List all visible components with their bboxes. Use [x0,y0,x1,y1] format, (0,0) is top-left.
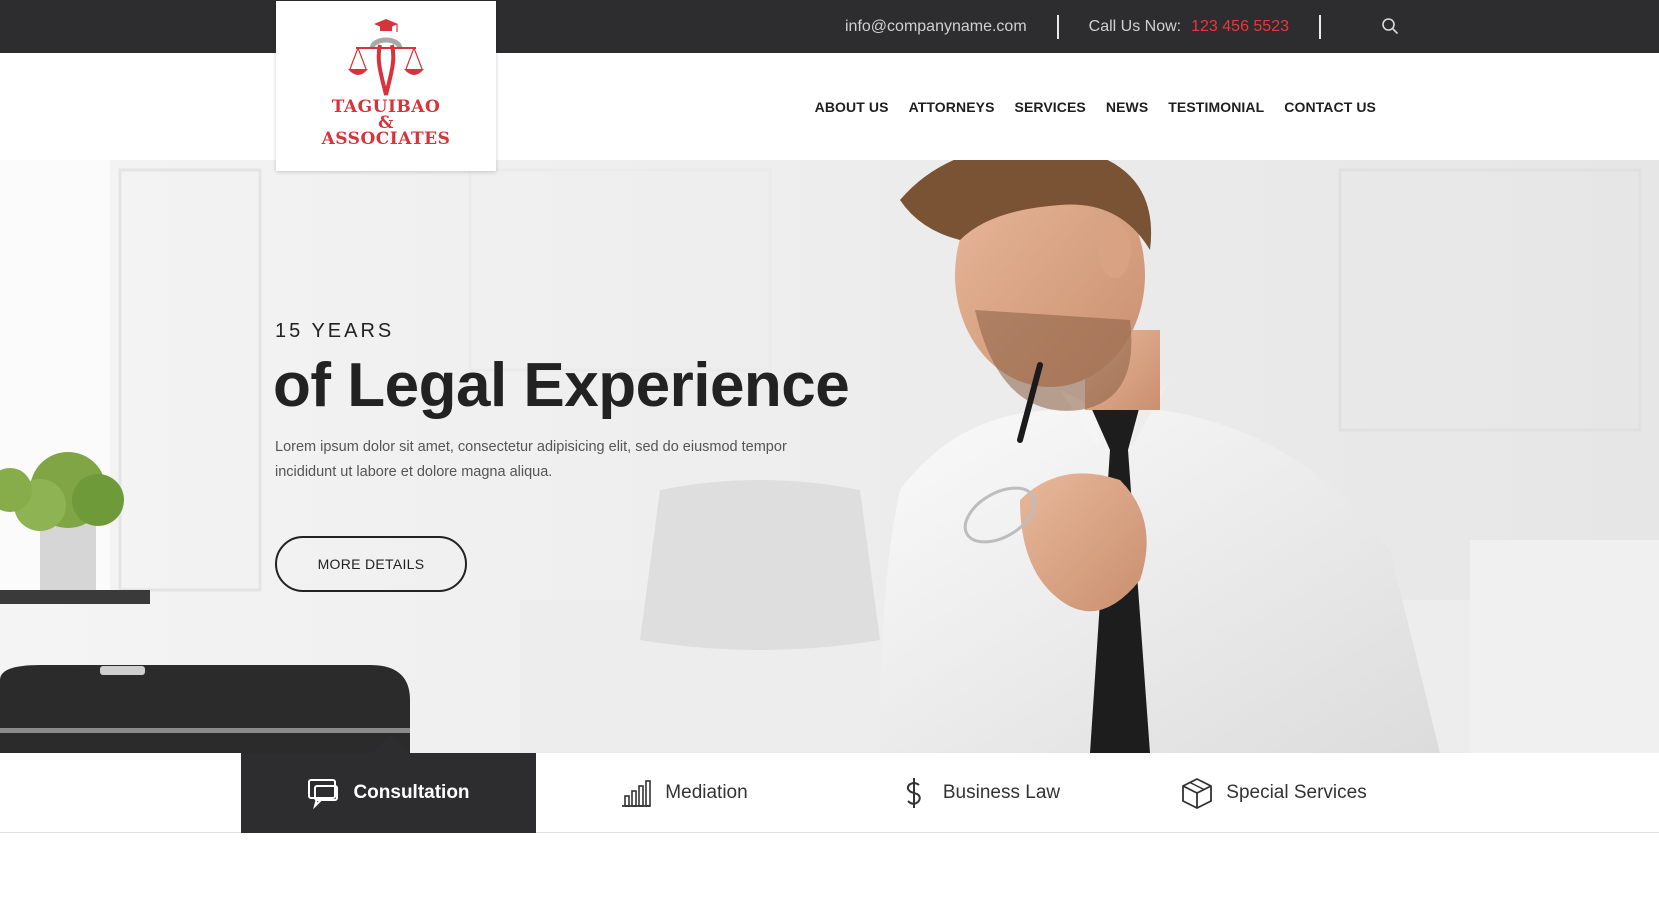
hero-description: Lorem ipsum dolor sit amet, consectetur … [275,439,787,480]
services-bar: Consultation Mediation Business Law Spec… [0,753,1659,833]
call-label: Call Us Now: [1088,17,1182,35]
nav-testimonial[interactable]: TESTIMONIAL [1168,99,1264,115]
logo-text: TAGUIBAO & ASSOCIATES [321,99,451,149]
nav-services[interactable]: SERVICES [1015,99,1086,115]
service-tab-consultation[interactable]: Consultation [241,753,536,833]
chat-bubbles-icon [307,776,341,810]
service-label: Business Law [942,782,1061,803]
scales-of-justice-icon [348,19,424,96]
service-tab-special-services[interactable]: Special Services [1126,753,1421,833]
phone-link[interactable]: 123 456 5523 [1191,18,1289,36]
dollar-icon [897,776,931,810]
active-service-pointer [372,735,408,753]
nav-contact-us[interactable]: CONTACT US [1284,99,1376,115]
top-bar: info@companyname.com Call Us Now: 123 45… [0,0,1659,53]
bar-chart-icon [619,776,653,810]
email-link[interactable]: info@companyname.com [845,18,1027,36]
service-label: Mediation [665,782,748,803]
search-icon[interactable] [1381,17,1401,37]
service-tab-mediation[interactable]: Mediation [536,753,831,833]
logo[interactable]: TAGUIBAO & ASSOCIATES [276,1,496,171]
service-tab-business-law[interactable]: Business Law [831,753,1126,833]
nav-attorneys[interactable]: ATTORNEYS [909,99,995,115]
hero-section: 15 YEARS of Legal Experience Lorem ipsum… [0,160,1659,753]
top-bar-divider [1056,14,1059,39]
box-icon [1180,776,1214,810]
hero-title: of Legal Experience [273,351,850,420]
hero-subtitle: 15 YEARS [275,320,395,342]
service-label: Special Services [1226,782,1367,803]
more-details-button[interactable]: MORE DETAILS [275,536,467,592]
main-nav: ABOUT US ATTORNEYS SERVICES NEWS TESTIMO… [815,53,1376,160]
nav-news[interactable]: NEWS [1106,99,1148,115]
logo-line-3: ASSOCIATES [321,129,451,149]
service-label: Consultation [353,782,470,803]
nav-about-us[interactable]: ABOUT US [815,99,889,115]
top-bar-divider [1319,14,1321,39]
top-bar-contact: info@companyname.com Call Us Now: 123 45… [845,0,1398,53]
